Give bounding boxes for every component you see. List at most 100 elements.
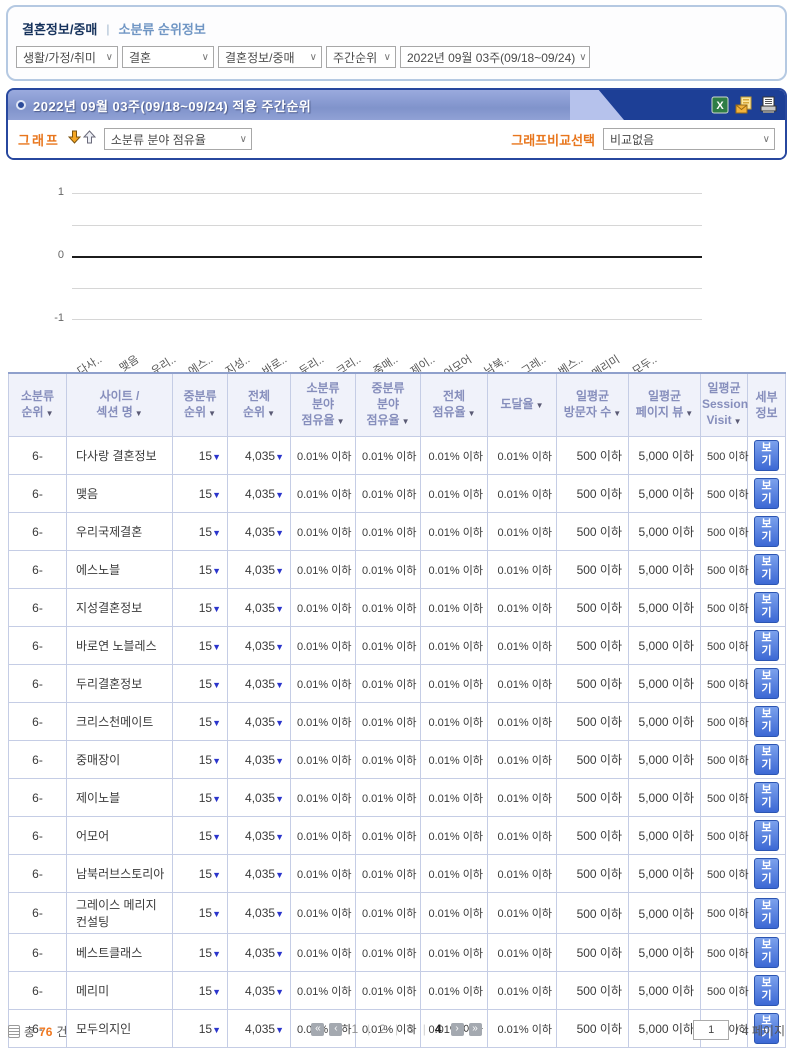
cell-mid-share: 0.01% 이하 <box>356 437 421 475</box>
cell-daily-pageviews: 5,000 이하 <box>629 551 701 589</box>
filter-select-value: 결혼정보/중매 <box>225 49 295 66</box>
column-header-11[interactable]: 일평균SessionVisit▼ <box>701 373 748 437</box>
cell-detail: 보기 <box>748 779 786 817</box>
cell-mid-share: 0.01% 이하 <box>356 934 421 972</box>
page-number-4[interactable]: 4 <box>431 1022 446 1036</box>
mail-icon[interactable] <box>735 96 753 114</box>
sort-arrow-icon[interactable]: ▼ <box>468 409 476 418</box>
sort-arrow-icon[interactable]: ▼ <box>46 409 54 418</box>
first-page-button[interactable]: « <box>311 1023 324 1036</box>
cell-mid-share: 0.01% 이하 <box>356 972 421 1010</box>
graph-metric-select[interactable]: 소분류 분야 점유율 ∨ <box>104 128 252 150</box>
view-detail-button[interactable]: 보기 <box>754 706 779 737</box>
sort-arrow-icon[interactable]: ▼ <box>337 417 345 426</box>
sort-arrow-icon[interactable]: ▼ <box>685 409 693 418</box>
page-number-1[interactable]: 1 <box>347 1022 362 1036</box>
sort-arrow-icon[interactable]: ▼ <box>267 409 275 418</box>
excel-icon[interactable]: X <box>711 96 729 114</box>
cell-detail: 보기 <box>748 551 786 589</box>
table-row: 6-바로연 노블레스15▼4,035▼0.01% 이하0.01% 이하0.01%… <box>9 627 786 665</box>
graph-compare-select[interactable]: 비교없음 ∨ <box>603 128 775 150</box>
view-detail-button[interactable]: 보기 <box>754 668 779 699</box>
view-detail-button[interactable]: 보기 <box>754 782 779 813</box>
cell-sub-share: 0.01% 이하 <box>291 665 356 703</box>
page-number-2[interactable]: 2 <box>375 1022 390 1036</box>
column-header-4[interactable]: 전체순위▼ <box>228 373 291 437</box>
prev-page-button[interactable]: ‹ <box>329 1023 342 1036</box>
view-detail-button[interactable]: 보기 <box>754 554 779 585</box>
cell-sub-share: 0.01% 이하 <box>291 703 356 741</box>
sort-arrow-icon[interactable]: ▼ <box>402 417 410 426</box>
column-header-1[interactable]: 소분류순위▼ <box>9 373 67 437</box>
cell-site-name: 중매장이 <box>67 741 173 779</box>
tab-subcategory-rank-info[interactable]: 소분류 순위정보 <box>119 19 206 38</box>
view-detail-button[interactable]: 보기 <box>754 440 779 471</box>
cell-sub-rank: 6- <box>9 703 67 741</box>
table-footer: 총 76 건 «‹1|2|3|4›» / 4 페이지 <box>8 1020 785 1046</box>
column-header-2[interactable]: 사이트 /섹션 명▼ <box>67 373 173 437</box>
sort-arrow-icon[interactable]: ▼ <box>734 417 742 426</box>
column-header-7[interactable]: 전체점유율▼ <box>421 373 488 437</box>
last-page-button[interactable]: » <box>469 1023 482 1036</box>
chevron-down-icon: ∨ <box>202 52 209 63</box>
column-header-10[interactable]: 일평균페이지 뷰▼ <box>629 373 701 437</box>
view-detail-button[interactable]: 보기 <box>754 898 779 929</box>
chart-plot-area: 10-1다사..맺음우리..에스..지성..바로..두리..크리..중매..제이… <box>72 193 702 319</box>
cell-daily-session: 500 이하 <box>701 855 748 893</box>
view-detail-button[interactable]: 보기 <box>754 937 779 968</box>
column-header-9[interactable]: 일평균방문자 수▼ <box>557 373 629 437</box>
cell-total-share: 0.01% 이하 <box>421 893 488 934</box>
sort-arrow-icon[interactable]: ▼ <box>613 409 621 418</box>
column-header-6[interactable]: 중분류분야점유율▼ <box>356 373 421 437</box>
page-number-3[interactable]: 3 <box>403 1022 418 1036</box>
filter-select-2[interactable]: 결혼∨ <box>122 46 214 68</box>
view-detail-button[interactable]: 보기 <box>754 630 779 661</box>
column-header-3[interactable]: 중분류순위▼ <box>173 373 228 437</box>
view-detail-button[interactable]: 보기 <box>754 744 779 775</box>
rank-down-icon: ▼ <box>212 756 221 766</box>
arrow-down-icon[interactable] <box>68 130 81 149</box>
cell-total-share: 0.01% 이하 <box>421 665 488 703</box>
arrow-up-icon[interactable] <box>83 130 96 149</box>
rank-down-icon: ▼ <box>212 832 221 842</box>
graph-controls: 그래프 소분류 분야 점유율 ∨ 그래프비교선택 비교없음 ∨ <box>8 120 785 158</box>
cell-sub-rank: 6- <box>9 475 67 513</box>
view-detail-button[interactable]: 보기 <box>754 478 779 509</box>
cell-daily-pageviews: 5,000 이하 <box>629 665 701 703</box>
view-detail-button[interactable]: 보기 <box>754 516 779 547</box>
cell-site-name: 에스노블 <box>67 551 173 589</box>
cell-daily-session: 500 이하 <box>701 551 748 589</box>
cell-total-rank: 4,035▼ <box>228 703 291 741</box>
column-header-8[interactable]: 도달율▼ <box>488 373 557 437</box>
page-title: 결혼정보/중매 <box>22 19 97 38</box>
weekly-rank-panel: 2022년 09월 03주(09/18~09/24) 적용 주간순위 X 그래프… <box>6 88 787 160</box>
filter-select-1[interactable]: 생활/가정/취미∨ <box>16 46 118 68</box>
view-detail-button[interactable]: 보기 <box>754 858 779 889</box>
sort-arrow-icon[interactable]: ▼ <box>208 409 216 418</box>
cell-daily-visitors: 500 이하 <box>557 665 629 703</box>
view-detail-button[interactable]: 보기 <box>754 592 779 623</box>
cell-reach: 0.01% 이하 <box>488 817 557 855</box>
filter-select-5[interactable]: 2022년 09월 03주(09/18~09/24)∨ <box>400 46 590 68</box>
cell-mid-rank: 15▼ <box>173 855 228 893</box>
view-detail-button[interactable]: 보기 <box>754 975 779 1006</box>
view-detail-button[interactable]: 보기 <box>754 820 779 851</box>
sort-arrow-icon[interactable]: ▼ <box>536 401 544 410</box>
column-header-5[interactable]: 소분류분야점유율▼ <box>291 373 356 437</box>
filter-select-4[interactable]: 주간순위∨ <box>326 46 396 68</box>
next-page-button[interactable]: › <box>451 1023 464 1036</box>
rank-down-icon: ▼ <box>275 604 284 614</box>
rank-down-icon: ▼ <box>212 794 221 804</box>
filter-select-3[interactable]: 결혼정보/중매∨ <box>218 46 322 68</box>
sort-arrow-icon[interactable]: ▼ <box>135 409 143 418</box>
page-jump-input[interactable] <box>693 1020 729 1040</box>
cell-mid-rank: 15▼ <box>173 589 228 627</box>
cell-mid-share: 0.01% 이하 <box>356 779 421 817</box>
cell-site-name: 크리스천메이트 <box>67 703 173 741</box>
print-icon[interactable] <box>759 96 777 114</box>
table-row: 6-제이노블15▼4,035▼0.01% 이하0.01% 이하0.01% 이하0… <box>9 779 786 817</box>
page-separator: | <box>423 1022 426 1036</box>
pagination: «‹1|2|3|4›» <box>8 1022 785 1036</box>
tab-separator: | <box>106 22 109 36</box>
table-row: 6-우리국제결혼15▼4,035▼0.01% 이하0.01% 이하0.01% 이… <box>9 513 786 551</box>
